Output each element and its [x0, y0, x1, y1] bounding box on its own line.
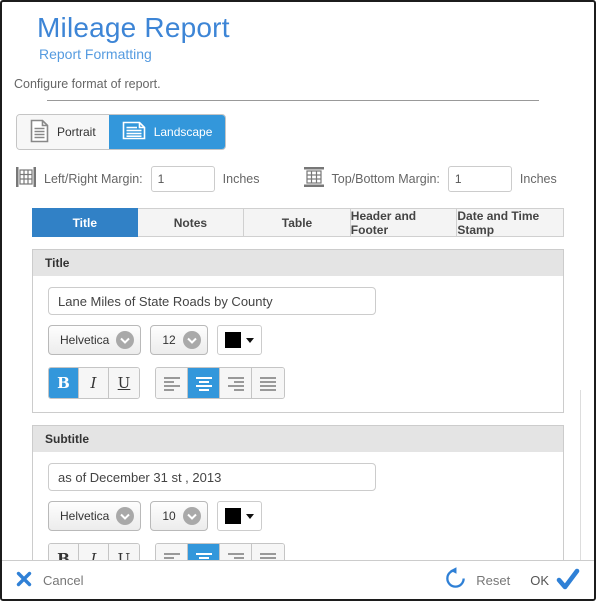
- circular-arrow-icon: [444, 567, 467, 593]
- description-text: Configure format of report.: [14, 77, 594, 91]
- portrait-button[interactable]: Portrait: [17, 115, 109, 149]
- grid-vertical-margins-icon: [14, 165, 38, 192]
- mileage-report-dialog: Mileage Report Report Formatting Configu…: [0, 0, 596, 601]
- caret-down-icon: [246, 514, 254, 519]
- scrollbar-track[interactable]: [580, 390, 581, 584]
- subtitle-section-header: Subtitle: [33, 426, 563, 452]
- title-font-color-picker[interactable]: [217, 325, 262, 355]
- lr-margin-input[interactable]: [151, 166, 215, 192]
- chevron-down-circle-icon: [183, 331, 201, 349]
- align-center-icon: [195, 376, 213, 391]
- reset-label: Reset: [476, 573, 510, 588]
- title-section: Title Helvetica 12 B: [32, 249, 564, 413]
- align-right-icon: [227, 376, 245, 391]
- tab-header-and-footer[interactable]: Header and Footer: [351, 209, 458, 236]
- reset-button[interactable]: Reset: [444, 567, 510, 593]
- title-align-group: [155, 367, 285, 399]
- title-align-left-button[interactable]: [156, 368, 188, 398]
- subtitle-font-size-value: 10: [162, 509, 175, 523]
- black-swatch-icon: [225, 508, 241, 524]
- align-left-icon: [163, 376, 181, 391]
- landscape-button[interactable]: Landscape: [109, 115, 226, 149]
- title-italic-button[interactable]: I: [79, 368, 109, 398]
- title-align-right-button[interactable]: [220, 368, 252, 398]
- tb-margin-units: Inches: [520, 172, 557, 186]
- ok-label: OK: [530, 573, 549, 588]
- title-bold-button[interactable]: B: [49, 368, 79, 398]
- tab-title[interactable]: Title: [32, 208, 138, 237]
- checkmark-icon: [556, 568, 580, 593]
- align-justify-icon: [259, 376, 277, 391]
- ok-button[interactable]: OK: [530, 568, 580, 593]
- black-swatch-icon: [225, 332, 241, 348]
- tb-margin-input[interactable]: [448, 166, 512, 192]
- caret-down-icon: [246, 338, 254, 343]
- tab-date-and-time-stamp[interactable]: Date and Time Stamp: [457, 209, 563, 236]
- landscape-page-icon: [122, 121, 146, 143]
- subtitle-font-family-value: Helvetica: [60, 509, 109, 523]
- tab-notes[interactable]: Notes: [138, 209, 245, 236]
- title-align-center-button[interactable]: [188, 368, 220, 398]
- tab-bar: Title Notes Table Header and Footer Date…: [32, 208, 564, 237]
- subtitle-text-input[interactable]: [48, 463, 376, 491]
- divider: [47, 100, 539, 101]
- page-title: Mileage Report: [37, 12, 594, 44]
- subtitle-font-color-picker[interactable]: [217, 501, 262, 531]
- subtitle-font-family-select[interactable]: Helvetica: [48, 501, 141, 531]
- title-underline-button[interactable]: U: [109, 368, 139, 398]
- x-icon: [16, 571, 32, 590]
- tb-margin-label: Top/Bottom Margin:: [332, 172, 440, 186]
- title-section-header: Title: [33, 250, 563, 276]
- chevron-down-circle-icon: [183, 507, 201, 525]
- portrait-page-icon: [30, 119, 49, 146]
- cancel-button[interactable]: Cancel: [16, 571, 83, 590]
- chevron-down-circle-icon: [116, 331, 134, 349]
- footer-bar: Cancel Reset OK: [2, 560, 594, 599]
- title-font-family-select[interactable]: Helvetica: [48, 325, 141, 355]
- cancel-label: Cancel: [43, 573, 83, 588]
- lr-margin-label: Left/Right Margin:: [44, 172, 143, 186]
- orientation-toggle: Portrait Landscape: [16, 114, 226, 150]
- title-align-justify-button[interactable]: [252, 368, 284, 398]
- tab-table[interactable]: Table: [244, 209, 351, 236]
- title-font-size-select[interactable]: 12: [150, 325, 207, 355]
- title-text-input[interactable]: [48, 287, 376, 315]
- subtitle-font-size-select[interactable]: 10: [150, 501, 207, 531]
- title-font-size-value: 12: [162, 333, 175, 347]
- page-subtitle: Report Formatting: [39, 46, 594, 62]
- chevron-down-circle-icon: [116, 507, 134, 525]
- landscape-label: Landscape: [154, 125, 213, 139]
- title-style-group: B I U: [48, 367, 140, 399]
- margins-row: Left/Right Margin: Inches Top/Bottom Mar…: [14, 165, 594, 192]
- title-font-family-value: Helvetica: [60, 333, 109, 347]
- grid-horizontal-margins-icon: [302, 165, 326, 192]
- portrait-label: Portrait: [57, 125, 96, 139]
- lr-margin-units: Inches: [223, 172, 260, 186]
